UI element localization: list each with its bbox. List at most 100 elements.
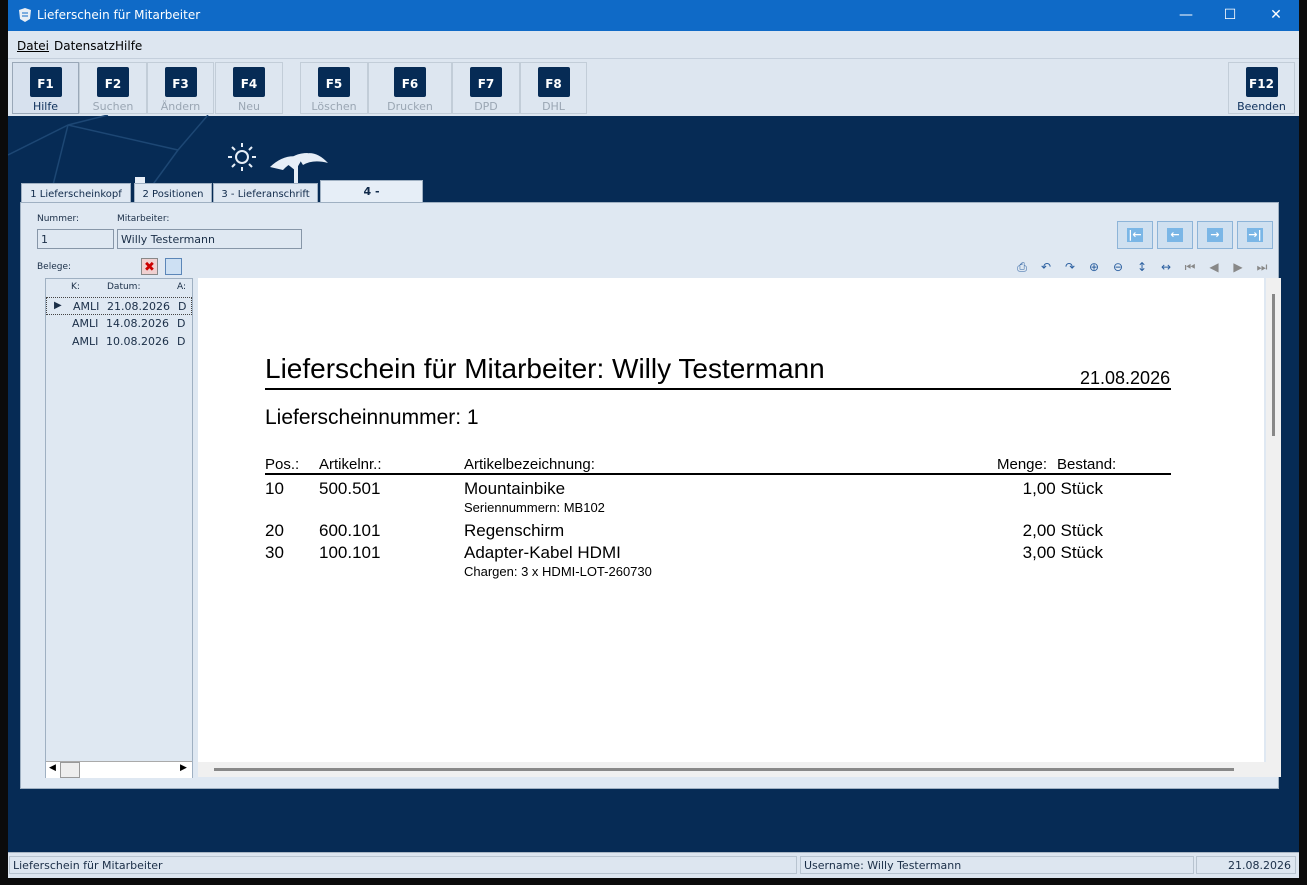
cell-a: D [177,317,186,330]
help-button[interactable]: F1 Hilfe [12,62,79,114]
print-icon[interactable]: ⎙ [1013,258,1031,276]
tab-positionen[interactable]: 2 Positionen [134,183,212,203]
item-sub: Seriennummern: MB102 [464,500,605,515]
cell-datum: 10.08.2026 [106,335,169,348]
search-label: Suchen [92,100,134,113]
f4-key: F4 [233,67,265,97]
print-button[interactable]: F6 Drucken [368,62,452,114]
header-bezeichnung: Artikelbezeichnung: [464,456,595,473]
app-window: Lieferschein für Mitarbeiter — ☐ ✕ Datei… [8,0,1299,878]
redo-icon[interactable]: ↷ [1061,258,1079,276]
window-title: Lieferschein für Mitarbeiter [37,8,201,22]
menu-datensatz[interactable]: Datensatz [54,39,115,53]
scroll-right-icon[interactable]: ▶ [180,763,187,773]
title-bar[interactable]: Lieferschein für Mitarbeiter — ☐ ✕ [8,0,1299,31]
item-pos: 30 [265,543,284,562]
mitarbeiter-field[interactable]: Willy Testermann [117,229,302,249]
table-row[interactable]: ▶ AMLI 21.08.2026 D [46,297,192,315]
save-icon[interactable] [165,258,182,275]
delete-button[interactable]: F5 Löschen [300,62,368,114]
edit-button[interactable]: F3 Ändern [147,62,214,114]
item-menge: 3,00 Stück [1022,543,1103,562]
exit-button[interactable]: F12 Beenden [1228,62,1295,114]
maximize-icon[interactable]: ☐ [1207,0,1253,31]
horizontal-scroll-thumb[interactable] [214,768,1234,771]
item-artikelnr: 600.101 [319,521,381,540]
previous-record-button[interactable]: ← [1157,221,1193,249]
tab-lieferanschrift[interactable]: 3 - Lieferanschrift [213,183,318,203]
next-page-icon[interactable]: ▶ [1229,258,1247,276]
item-artikelnr: 500.501 [319,479,381,498]
item-pos: 20 [265,521,284,540]
cell-datum: 21.08.2026 [107,300,170,313]
report-preview[interactable]: Lieferschein für Mitarbeiter: Willy Test… [198,278,1264,762]
table-row[interactable]: AMLI 14.08.2026 D [46,315,192,333]
status-username: Username: Willy Testermann [800,856,1194,874]
status-date: 21.08.2026 [1196,856,1296,874]
grid-horizontal-scrollbar[interactable]: ◀ ▶ [46,761,192,778]
edit-label: Ändern [160,100,201,113]
first-record-icon: |← [1127,228,1143,242]
exit-label: Beenden [1237,100,1286,113]
report-title: Lieferschein für Mitarbeiter: Willy Test… [265,353,825,384]
help-label: Hilfe [32,100,59,113]
cell-k: AMLI [73,300,100,313]
title-underline [265,388,1171,390]
tab-lieferscheinkopf[interactable]: 1 Lieferscheinkopf [21,183,131,203]
cell-a: D [178,300,187,313]
search-button[interactable]: F2 Suchen [79,62,147,114]
item-bezeichnung: Regenschirm [464,521,565,540]
cell-datum: 14.08.2026 [106,317,169,330]
header-underline [265,473,1171,475]
dhl-button[interactable]: F8 DHL [520,62,587,114]
cell-a: D [177,335,186,348]
report-date: 21.08.2026 [1080,368,1171,388]
tab-druckhistorie[interactable]: 4 - Druckhistorie [320,180,423,220]
dpd-label: DPD [474,100,498,113]
vertical-scroll-thumb[interactable] [1272,294,1275,436]
fit-width-icon[interactable]: ↔ [1157,258,1175,276]
new-button[interactable]: F4 Neu [215,62,283,114]
undo-icon[interactable]: ↶ [1037,258,1055,276]
zoom-out-icon[interactable]: ⊖ [1109,258,1127,276]
zoom-in-icon[interactable]: ⊕ [1085,258,1103,276]
scroll-thumb[interactable] [60,762,80,778]
grid-header-datum[interactable]: Datum: [107,279,140,296]
f7-key: F7 [470,67,502,97]
minimize-icon[interactable]: — [1163,0,1209,31]
function-key-toolbar: F1 Hilfe F2 Suchen F3 Ändern F4 Neu F5 L… [8,58,1299,116]
dpd-button[interactable]: F7 DPD [452,62,520,114]
report-number: Lieferscheinnummer: 1 [265,406,479,429]
print-label: Drucken [387,100,433,113]
item-artikelnr: 100.101 [319,543,381,562]
menu-datei[interactable]: Datei [17,39,49,53]
delete-record-icon[interactable]: ✖ [141,258,158,275]
menu-hilfe[interactable]: Hilfe [115,39,142,53]
first-record-button[interactable]: |← [1117,221,1153,249]
next-record-icon: → [1207,228,1223,242]
header-bestand: Bestand: [1057,456,1117,473]
next-record-button[interactable]: → [1197,221,1233,249]
nummer-field[interactable]: 1 [37,229,114,249]
sun-icon [228,143,256,171]
f3-key: F3 [164,67,197,97]
f12-key: F12 [1245,67,1278,97]
previous-page-icon[interactable]: ◀ [1205,258,1223,276]
grid-header-k[interactable]: K: [71,279,80,296]
last-page-icon[interactable]: ⏭ [1253,258,1271,276]
last-record-button[interactable]: →| [1237,221,1273,249]
preview-horizontal-scrollbar[interactable] [198,762,1281,777]
f2-key: F2 [97,67,129,97]
scroll-left-icon[interactable]: ◀ [49,763,56,773]
grid-header-a[interactable]: A: [177,279,186,296]
preview-vertical-scrollbar[interactable] [1266,278,1281,762]
table-row[interactable]: AMLI 10.08.2026 D [46,333,192,351]
belege-grid[interactable]: K: Datum: A: ▶ AMLI 21.08.2026 D AMLI 14… [45,278,193,778]
first-page-icon[interactable]: ⏮ [1181,258,1199,276]
menu-bar: Datei Datensatz Hilfe [8,31,1299,58]
close-icon[interactable]: ✕ [1253,0,1299,31]
fit-height-icon[interactable]: ↕ [1133,258,1151,276]
f5-key: F5 [318,67,350,97]
new-label: Neu [238,100,260,113]
header-pos: Pos.: [265,456,300,473]
